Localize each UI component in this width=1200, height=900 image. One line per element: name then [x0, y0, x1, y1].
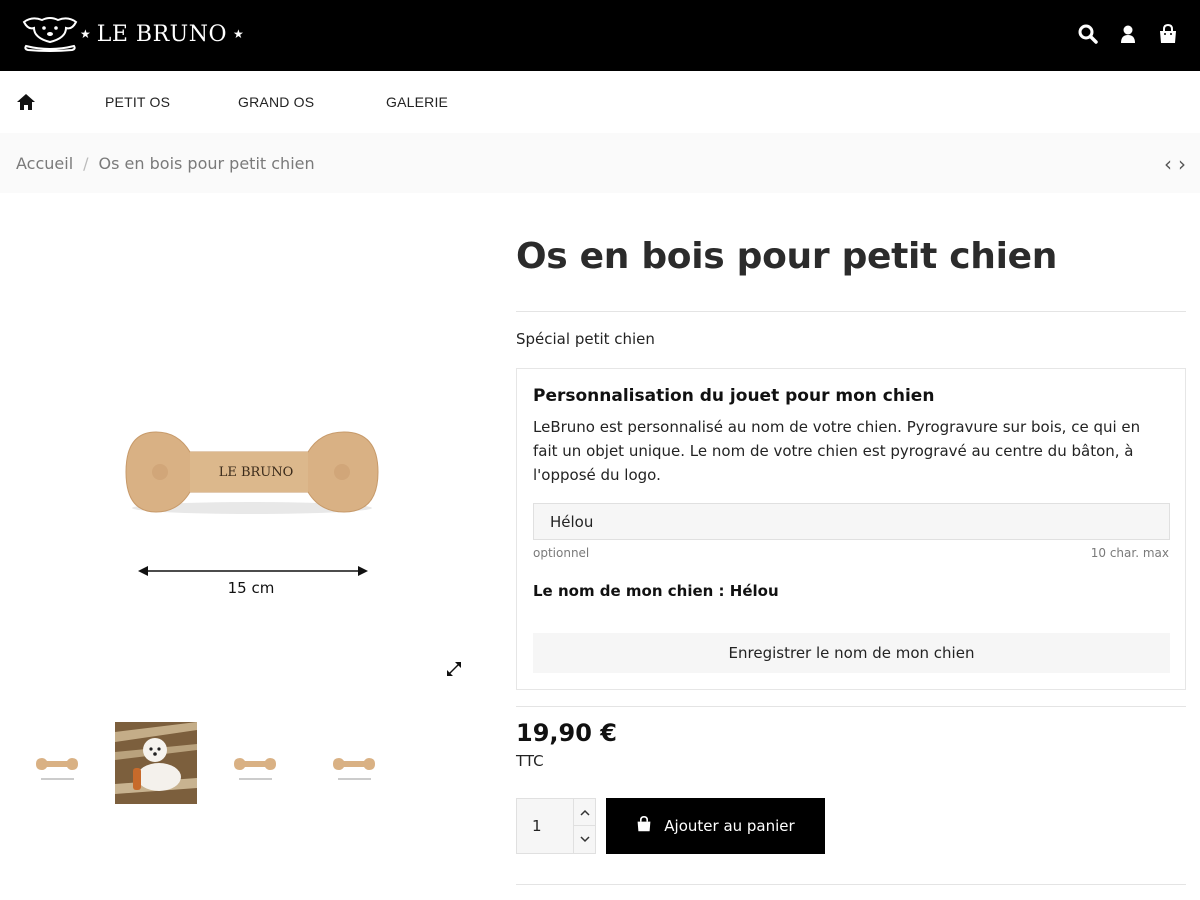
- shopping-bag-icon[interactable]: [1158, 23, 1178, 44]
- logo-star-right: ★: [233, 27, 244, 41]
- home-icon[interactable]: [16, 93, 36, 111]
- divider: [516, 706, 1186, 707]
- thumbnail-image[interactable]: [16, 722, 98, 804]
- decrease-quantity-button[interactable]: [573, 826, 595, 853]
- nav-item-galerie[interactable]: GALERIE: [386, 94, 448, 110]
- previous-product-icon[interactable]: ‹: [1164, 154, 1172, 174]
- increase-quantity-button[interactable]: [573, 799, 595, 826]
- customization-description: LeBruno est personnalisé au nom de votre…: [533, 418, 1141, 484]
- chevron-down-icon: [579, 836, 590, 843]
- thumbnail-strip: [16, 722, 395, 804]
- size-caption: 15 cm: [228, 579, 275, 597]
- thumbnail-image[interactable]: [313, 722, 395, 804]
- brand-name: LE BRUNO: [96, 21, 227, 47]
- optional-hint: optionnel: [533, 546, 590, 560]
- dog-logo-icon: [20, 16, 80, 52]
- product-short-description: Spécial petit chien: [516, 330, 655, 348]
- product-pager: ‹ ›: [1164, 154, 1186, 174]
- divider: [516, 311, 1186, 312]
- chevron-up-icon: [579, 809, 590, 816]
- nav-item-petit-os[interactable]: PETIT OS: [105, 94, 170, 110]
- quantity-input[interactable]: [517, 799, 575, 853]
- breadcrumb-home-link[interactable]: Accueil: [16, 154, 73, 173]
- save-dog-name-button[interactable]: Enregistrer le nom de mon chien: [533, 633, 1170, 673]
- dog-name-input[interactable]: [533, 503, 1170, 540]
- thumbnail-image[interactable]: [214, 722, 296, 804]
- tax-label: TTC: [516, 752, 544, 770]
- next-product-icon[interactable]: ›: [1178, 154, 1186, 174]
- add-to-cart-label: Ajouter au panier: [664, 817, 795, 835]
- add-to-cart-button[interactable]: Ajouter au panier: [606, 798, 825, 854]
- product-main-image[interactable]: LE BRUNO 15 cm: [16, 210, 486, 690]
- bone-engraving: LE BRUNO: [219, 465, 294, 480]
- product-price: 19,90 €: [516, 719, 617, 747]
- product-title: Os en bois pour petit chien: [516, 236, 1058, 277]
- main-nav: PETIT OS GRAND OS GALERIE: [0, 71, 1200, 133]
- max-chars-hint: 10 char. max: [1090, 546, 1169, 560]
- brand-logo[interactable]: ★ LE BRUNO ★: [20, 16, 244, 52]
- breadcrumb-current: Os en bois pour petit chien: [98, 154, 315, 173]
- search-icon[interactable]: [1078, 24, 1098, 44]
- user-icon[interactable]: [1118, 24, 1138, 44]
- logo-star-left: ★: [80, 27, 91, 41]
- shopping-bag-icon: [636, 815, 652, 836]
- breadcrumb: Accueil / Os en bois pour petit chien: [16, 154, 315, 173]
- quantity-stepper: [516, 798, 596, 854]
- nav-item-grand-os[interactable]: GRAND OS: [238, 94, 314, 110]
- customization-panel: Personnalisation du jouet pour mon chien…: [516, 368, 1186, 690]
- top-header: ★ LE BRUNO ★: [0, 0, 1200, 71]
- saved-dog-name: Le nom de mon chien : Hélou: [533, 582, 779, 600]
- divider: [516, 884, 1186, 885]
- customization-title: Personnalisation du jouet pour mon chien: [533, 386, 935, 406]
- breadcrumb-separator: /: [83, 154, 89, 173]
- thumbnail-dog-photo[interactable]: [115, 722, 197, 804]
- expand-icon[interactable]: [445, 660, 463, 678]
